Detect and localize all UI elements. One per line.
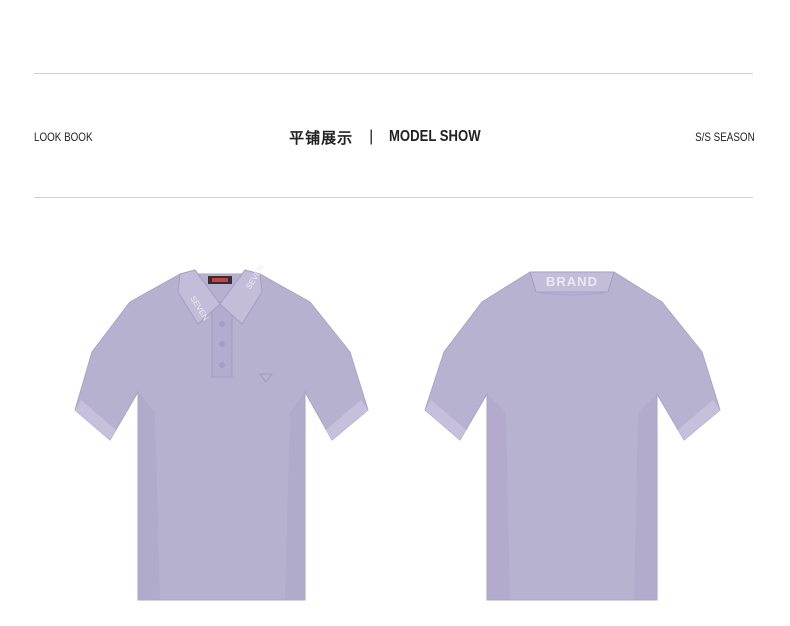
section-title: 平铺展示 | MODEL SHOW (0, 126, 790, 148)
polo-back-image: BRAND (424, 271, 721, 601)
season-label: S/S SEASON (695, 130, 755, 144)
polo-front-image: SEVEN SEVEN (74, 263, 369, 601)
title-separator: | (369, 128, 374, 145)
button-1 (219, 321, 225, 327)
bottom-divider (34, 197, 753, 198)
top-divider (34, 73, 753, 74)
section-title-cn: 平铺展示 (289, 129, 354, 147)
button-2 (219, 341, 225, 347)
section-title-en: MODEL SHOW (389, 128, 481, 145)
collar-text-back: BRAND (546, 274, 598, 289)
button-3 (219, 362, 225, 368)
